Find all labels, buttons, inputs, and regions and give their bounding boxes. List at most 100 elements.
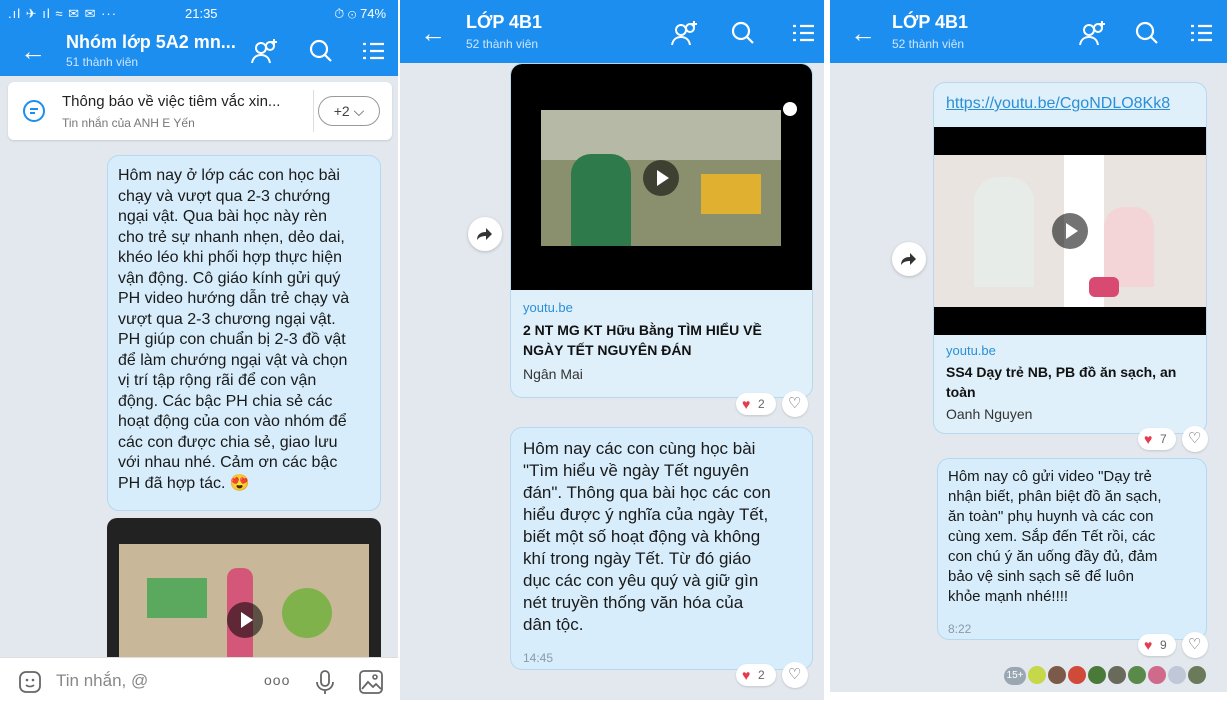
menu-list-icon[interactable] [358,36,388,66]
like-button[interactable]: ♡ [782,662,808,688]
status-bar: .ıl ✈ ıl ≈ ✉ ✉ ··· 21:35 ⏱ ⊙ 74% [0,0,398,26]
message-time: 14:45 [523,651,554,665]
like-button[interactable]: ♡ [782,391,808,417]
chat-screen-4b1-a: ← LỚP 4B1 52 thành viên youtu.be 2 NT MG… [400,0,824,700]
like-button[interactable]: ♡ [1182,632,1208,658]
play-icon[interactable] [643,160,679,196]
forward-arrow-icon [477,228,492,240]
reaction-number: 7 [1160,432,1167,446]
link-author: Ngân Mai [523,366,583,382]
chat-screen-5a2: .ıl ✈ ıl ≈ ✉ ✉ ··· 21:35 ⏱ ⊙ 74% ← Nhóm … [0,0,398,704]
back-arrow-icon[interactable]: ← [420,20,446,46]
video-url-link[interactable]: https://youtu.be/CgoNDLO8Kk8 [946,95,1170,113]
link-card[interactable]: youtu.be 2 NT MG KT Hữu Bằng TÌM HIỂU VỀ… [510,63,813,398]
message-text: Hôm nay ở lớp các con học bài chạy và vư… [118,167,350,492]
avatar [1168,666,1186,684]
status-time: 21:35 [185,6,218,21]
link-card[interactable]: https://youtu.be/CgoNDLO8Kk8 youtu.be SS… [933,82,1207,434]
avatar [1148,666,1166,684]
divider [313,90,314,132]
food-bowl [1089,277,1119,297]
share-button[interactable] [468,217,502,251]
heart-outline-icon: ♡ [788,395,802,412]
chat-header: ← Nhóm lớp 5A2 mn... 51 thành viên [0,26,398,76]
status-icons-left: .ıl ✈ ıl ≈ ✉ ✉ ··· [8,6,118,21]
message-input[interactable]: Tin nhắn, @ [56,671,148,691]
search-icon[interactable] [306,36,336,66]
video-thumbnail[interactable] [107,518,381,657]
play-icon[interactable] [1052,213,1088,249]
heart-outline-icon: ♡ [1188,430,1202,447]
chat-bubble-icon [23,100,45,122]
message-bubble[interactable]: Hôm nay các con cùng học bài "Tìm hiểu v… [510,427,813,670]
heart-icon: ♥ [742,667,751,683]
tree-decoration [282,588,332,638]
reaction-count[interactable]: ♥ 9 [1138,634,1176,656]
video-thumbnail[interactable] [934,127,1206,335]
link-domain: youtu.be [523,300,573,315]
more-options-icon[interactable]: ooo [264,672,290,688]
microphone-icon[interactable] [314,669,336,695]
avatar [1088,666,1106,684]
message-input-bar: Tin nhắn, @ ooo [0,657,398,704]
chevron-down-icon: ⌵ [353,103,365,119]
like-button[interactable]: ♡ [1182,426,1208,452]
flower-stall [701,174,761,214]
chat-header: ← LỚP 4B1 52 thành viên [400,0,824,63]
search-icon[interactable] [1132,18,1162,48]
search-icon[interactable] [728,18,758,48]
reaction-number: 2 [758,668,765,682]
more-pinned-button[interactable]: +2 ⌵ [318,96,380,126]
woman-figure [974,177,1034,287]
add-member-icon[interactable] [1078,18,1108,48]
message-text: Hôm nay các con cùng học bài "Tìm hiểu v… [523,439,771,634]
message-text: Hôm nay cô gửi video "Dạy trẻ nhận biết,… [948,468,1162,605]
reaction-count[interactable]: ♥ 7 [1138,428,1176,450]
forward-arrow-icon [901,253,916,265]
avatar [1188,666,1206,684]
sticker-icon[interactable] [18,670,42,694]
group-title[interactable]: LỚP 4B1 [892,12,968,33]
message-bubble[interactable]: Hôm nay ở lớp các con học bài chạy và vư… [107,155,381,511]
menu-list-icon[interactable] [1186,18,1216,48]
play-icon[interactable] [227,602,263,638]
member-count: 51 thành viên [66,55,139,69]
avatar [1048,666,1066,684]
woman-figure [571,154,631,246]
market-roof [541,110,781,160]
chat-screen-4b1-b: ← LỚP 4B1 52 thành viên https://youtu.be… [830,0,1227,692]
wall-decoration [147,578,207,618]
message-bubble[interactable]: Hôm nay cô gửi video "Dạy trẻ nhận biết,… [937,458,1207,640]
group-title[interactable]: Nhóm lớp 5A2 mn... [66,32,236,53]
video-thumbnail[interactable] [511,64,812,290]
pinned-message[interactable]: Thông báo về việc tiêm vắc xin... Tin nh… [8,82,392,140]
heart-outline-icon: ♡ [788,666,802,683]
link-author: Oanh Nguyen [946,406,1033,422]
avatar [1128,666,1146,684]
seen-count: 15+ [1004,667,1026,685]
chat-header: ← LỚP 4B1 52 thành viên [830,0,1227,63]
message-time: 8:22 [948,622,972,636]
share-button[interactable] [892,242,926,276]
avatar [1068,666,1086,684]
heart-icon: ♥ [1144,637,1153,653]
more-pinned-count: +2 [333,103,350,119]
reaction-number: 9 [1160,638,1167,652]
reaction-count[interactable]: ♥ 2 [736,393,776,415]
back-arrow-icon[interactable]: ← [850,20,876,46]
link-title: 2 NT MG KT Hữu Bằng TÌM HIỂU VỀ NGÀY TẾT… [523,322,762,358]
menu-list-icon[interactable] [788,18,818,48]
link-title: SS4 Dạy trẻ NB, PB đồ ăn sạch, an toàn [946,364,1177,400]
link-domain: youtu.be [946,343,996,358]
pinned-sender: Tin nhắn của ANH E Yến [62,116,195,130]
seen-avatars[interactable]: 15+ [1004,666,1214,692]
back-arrow-icon[interactable]: ← [20,38,46,64]
member-count: 52 thành viên [892,37,965,51]
group-title[interactable]: LỚP 4B1 [466,12,542,33]
reaction-count[interactable]: ♥ 2 [736,664,776,686]
heart-outline-icon: ♡ [1188,636,1202,653]
heart-icon: ♥ [1144,431,1153,447]
add-member-icon[interactable] [670,18,700,48]
add-member-icon[interactable] [250,36,280,66]
image-icon[interactable] [358,669,384,695]
